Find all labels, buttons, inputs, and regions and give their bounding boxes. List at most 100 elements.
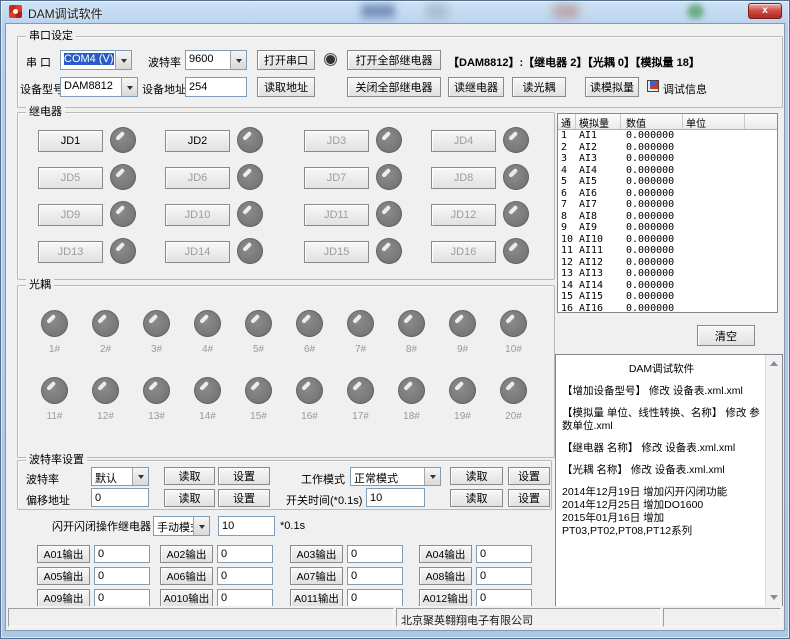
relay-button[interactable]: JD1 (38, 130, 103, 152)
ao-output-input[interactable] (94, 545, 150, 563)
column-header[interactable]: 单位 (683, 114, 745, 129)
switch-time-input[interactable] (366, 488, 425, 507)
switch-time-set-button[interactable]: 设置 (508, 489, 550, 507)
ao-output-button[interactable]: A011输出 (290, 589, 343, 607)
chevron-down-icon[interactable] (424, 468, 440, 485)
table-row[interactable]: 14 AI14 0.000000 (558, 280, 777, 292)
table-row[interactable]: 10 AI10 0.000000 (558, 234, 777, 246)
column-header[interactable]: 模拟量 (576, 114, 621, 129)
open-all-relays-button[interactable]: 打开全部继电器 (347, 50, 441, 70)
ao-output-button[interactable]: A08输出 (419, 567, 472, 585)
offset-read-button[interactable]: 读取 (164, 489, 215, 507)
log-scrollbar[interactable] (765, 355, 782, 606)
open-port-button[interactable]: 打开串口 (257, 50, 315, 70)
chevron-down-icon[interactable] (193, 517, 209, 535)
ao-output-input[interactable] (217, 589, 273, 607)
work-mode-combobox[interactable]: 正常模式 (350, 467, 441, 486)
baud-combobox[interactable]: 9600 (185, 50, 247, 70)
model-combobox[interactable]: DAM8812 (60, 77, 138, 97)
chevron-down-icon[interactable] (230, 51, 246, 69)
ao-output-button[interactable]: A09输出 (37, 589, 90, 607)
ao-output-input[interactable] (476, 545, 532, 563)
table-row[interactable]: 15 AI15 0.000000 (558, 291, 777, 303)
debug-info-icon[interactable] (647, 80, 659, 92)
scroll-down-icon[interactable] (766, 590, 782, 605)
table-row[interactable]: 1 AI1 0.000000 (558, 130, 777, 142)
close-button[interactable]: x (748, 3, 782, 19)
column-header[interactable]: 数值 (621, 114, 683, 129)
relay-button[interactable]: JD14 (165, 241, 230, 263)
ao-output-button[interactable]: A06输出 (160, 567, 213, 585)
table-row[interactable]: 5 AI5 0.000000 (558, 176, 777, 188)
relay-button[interactable]: JD4 (431, 130, 496, 152)
work-mode-set-button[interactable]: 设置 (508, 467, 550, 485)
clear-button[interactable]: 清空 (697, 325, 755, 346)
table-row[interactable]: 16 AI16 0.000000 (558, 303, 777, 314)
table-row[interactable]: 11 AI11 0.000000 (558, 245, 777, 257)
offset-address-input[interactable] (91, 488, 149, 507)
ao-output-input[interactable] (476, 589, 532, 607)
ao-output-input[interactable] (217, 567, 273, 585)
switch-time-read-button[interactable]: 读取 (450, 489, 503, 507)
ao-output-input[interactable] (347, 589, 403, 607)
relay-button[interactable]: JD11 (304, 204, 369, 226)
read-analog-button[interactable]: 读模拟量 (585, 77, 639, 97)
relay-button[interactable]: JD16 (431, 241, 496, 263)
table-row[interactable]: 2 AI2 0.000000 (558, 142, 777, 154)
table-row[interactable]: 4 AI4 0.000000 (558, 165, 777, 177)
close-all-relays-button[interactable]: 关闭全部继电器 (347, 77, 441, 97)
chevron-down-icon[interactable] (115, 51, 131, 69)
read-address-button[interactable]: 读取地址 (257, 77, 315, 97)
baud-read-button[interactable]: 读取 (164, 467, 215, 485)
ao-output-input[interactable] (94, 589, 150, 607)
baud-setting-combobox[interactable]: 默认 (91, 467, 149, 486)
ao-output-input[interactable] (476, 567, 532, 585)
ao-output-button[interactable]: A03输出 (290, 545, 343, 563)
port-open-indicator[interactable] (324, 53, 337, 66)
read-relay-button[interactable]: 读继电器 (448, 77, 504, 97)
table-row[interactable]: 7 AI7 0.000000 (558, 199, 777, 211)
port-combobox[interactable]: COM4 (V) (60, 50, 132, 70)
table-row[interactable]: 6 AI6 0.000000 (558, 188, 777, 200)
table-row[interactable]: 13 AI13 0.000000 (558, 268, 777, 280)
relay-button[interactable]: JD8 (431, 167, 496, 189)
ao-output-button[interactable]: A012输出 (419, 589, 472, 607)
relay-button[interactable]: JD15 (304, 241, 369, 263)
relay-button[interactable]: JD3 (304, 130, 369, 152)
work-mode-read-button[interactable]: 读取 (450, 467, 503, 485)
opto-channel-label: 12# (97, 411, 114, 422)
chevron-down-icon[interactable] (132, 468, 148, 485)
flash-mode-combobox[interactable]: 手动模式 (153, 516, 210, 536)
ao-output-input[interactable] (347, 545, 403, 563)
column-header[interactable]: 通 (558, 114, 576, 129)
scroll-up-icon[interactable] (766, 356, 782, 371)
table-row[interactable]: 12 AI12 0.000000 (558, 257, 777, 269)
ao-output-button[interactable]: A07输出 (290, 567, 343, 585)
ao-output-button[interactable]: A010输出 (160, 589, 213, 607)
ao-output-input[interactable] (217, 545, 273, 563)
table-row[interactable]: 8 AI8 0.000000 (558, 211, 777, 223)
table-row[interactable]: 9 AI9 0.000000 (558, 222, 777, 234)
ao-output-input[interactable] (347, 567, 403, 585)
relay-button[interactable]: JD6 (165, 167, 230, 189)
relay-button[interactable]: JD10 (165, 204, 230, 226)
relay-button[interactable]: JD13 (38, 241, 103, 263)
relay-button[interactable]: JD7 (304, 167, 369, 189)
relay-button[interactable]: JD2 (165, 130, 230, 152)
titlebar[interactable]: DAM调试软件 x (1, 1, 789, 23)
baud-set-button[interactable]: 设置 (218, 467, 270, 485)
ao-output-button[interactable]: A04输出 (419, 545, 472, 563)
ao-output-input[interactable] (94, 567, 150, 585)
relay-button[interactable]: JD9 (38, 204, 103, 226)
read-opto-button[interactable]: 读光耦 (512, 77, 566, 97)
ao-output-button[interactable]: A05输出 (37, 567, 90, 585)
relay-button[interactable]: JD5 (38, 167, 103, 189)
chevron-down-icon[interactable] (121, 78, 137, 96)
flash-time-input[interactable] (218, 516, 275, 536)
ao-output-button[interactable]: A02输出 (160, 545, 213, 563)
relay-button[interactable]: JD12 (431, 204, 496, 226)
ao-output-button[interactable]: A01输出 (37, 545, 90, 563)
table-row[interactable]: 3 AI3 0.000000 (558, 153, 777, 165)
device-address-input[interactable] (185, 77, 247, 97)
offset-set-button[interactable]: 设置 (218, 489, 270, 507)
